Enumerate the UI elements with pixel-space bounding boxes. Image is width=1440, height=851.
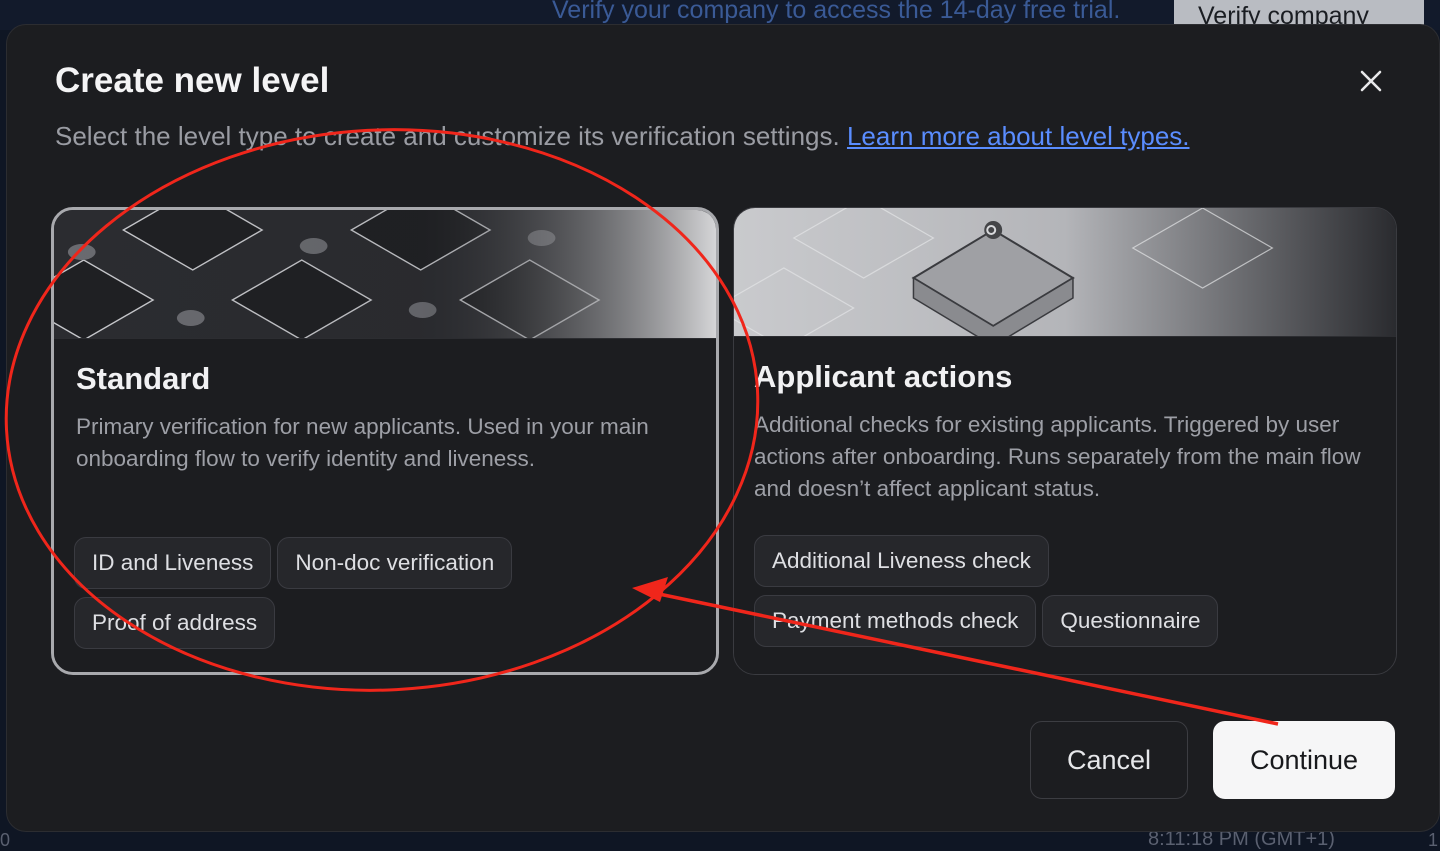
card-description: Additional checks for existing applicant… [754, 412, 1361, 501]
card-title: Applicant actions [754, 359, 1013, 394]
create-level-dialog: Create new level Select the level type t… [6, 24, 1440, 832]
card-title: Standard [76, 361, 211, 396]
learn-more-link[interactable]: Learn more about level types. [847, 121, 1190, 151]
dialog-subtitle: Select the level type to create and cust… [55, 121, 1190, 152]
dialog-title: Create new level [55, 61, 330, 100]
tag-list: Additional Liveness check Payment method… [754, 535, 1374, 655]
card-description: Primary verification for new applicants.… [76, 414, 649, 471]
trial-banner-text: Verify your company to access the 14-day… [552, 0, 1121, 24]
tag-list: ID and Liveness Non-doc verification Proo… [74, 537, 694, 657]
continue-button[interactable]: Continue [1213, 721, 1395, 799]
applicant-card-illustration [734, 208, 1396, 336]
close-icon [1360, 70, 1382, 92]
subtitle-text: Select the level type to create and cust… [55, 121, 840, 151]
tag-payment-methods-check: Payment methods check [754, 595, 1037, 647]
tag-id-and-liveness: ID and Liveness [74, 537, 272, 589]
cancel-button[interactable]: Cancel [1030, 721, 1188, 799]
level-type-card-applicant-actions[interactable]: Applicant actions Additional checks for … [733, 207, 1397, 675]
tag-questionnaire: Questionnaire [1042, 595, 1219, 647]
applicant-card-body: Applicant actions Additional checks for … [734, 336, 1396, 674]
tag-additional-liveness-check: Additional Liveness check [754, 535, 1049, 587]
standard-card-body: Standard Primary verification for new ap… [54, 338, 716, 672]
close-button[interactable] [1353, 63, 1389, 99]
tag-proof-of-address: Proof of address [74, 597, 276, 649]
tag-non-doc-verification: Non-doc verification [277, 537, 513, 589]
standard-card-illustration [54, 210, 716, 338]
level-type-card-standard[interactable]: Standard Primary verification for new ap… [51, 207, 719, 675]
